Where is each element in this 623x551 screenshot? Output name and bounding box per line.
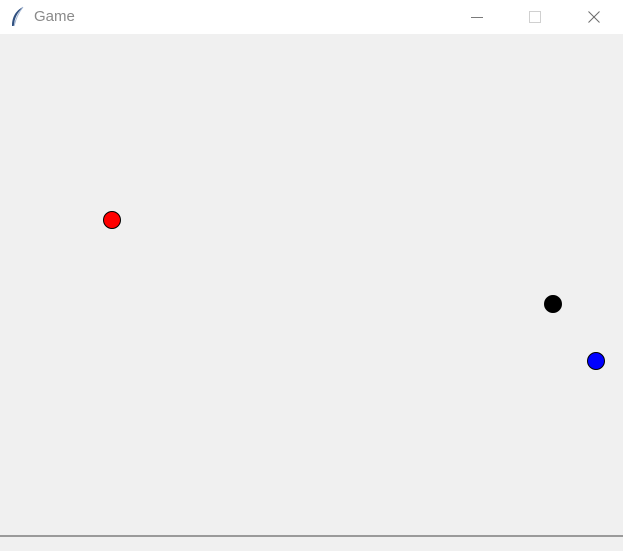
minimize-button[interactable] <box>454 0 500 34</box>
window-bottom-border <box>0 535 623 537</box>
window-title: Game <box>34 8 75 25</box>
feather-icon <box>12 6 24 27</box>
red-ball <box>103 211 121 229</box>
close-button[interactable] <box>571 0 617 34</box>
maximize-icon <box>529 11 541 23</box>
blue-ball <box>587 352 605 370</box>
maximize-button[interactable] <box>512 0 558 34</box>
game-canvas[interactable] <box>0 36 623 535</box>
black-ball <box>544 295 562 313</box>
close-icon <box>588 11 600 23</box>
minimize-icon <box>471 17 483 18</box>
game-window: Game <box>0 0 623 551</box>
title-bar[interactable]: Game <box>0 0 623 34</box>
